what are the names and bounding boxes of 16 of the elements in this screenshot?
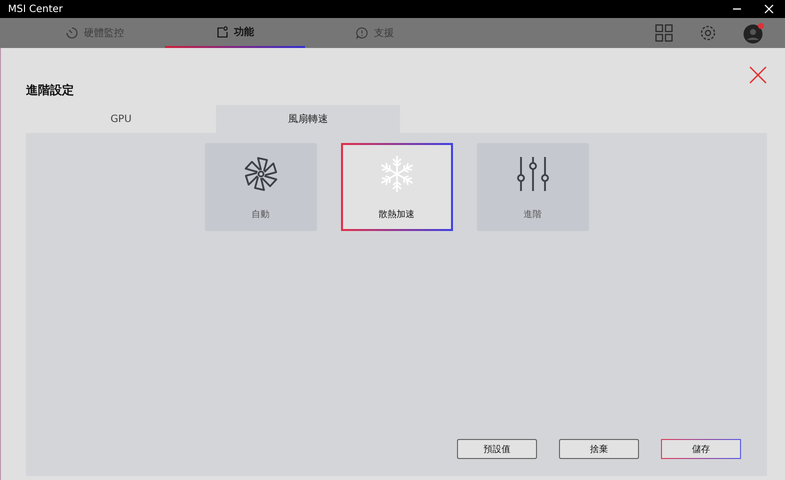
window-title: MSI Center <box>8 4 63 14</box>
dialog-button[interactable]: 預設值 <box>457 439 537 459</box>
alert-bubble-icon <box>356 27 368 39</box>
nav-tab[interactable]: 功能 <box>165 18 305 48</box>
mode-card[interactable]: 自動 <box>204 143 316 231</box>
settings-icon[interactable] <box>699 24 717 42</box>
dialog-tab[interactable]: 風扇轉速 <box>216 105 400 133</box>
feature-icon <box>216 26 228 38</box>
grid-icon[interactable] <box>655 24 673 42</box>
mode-card[interactable]: 散熱加速 <box>340 143 452 231</box>
avatar-icon[interactable] <box>743 22 765 44</box>
dialog-button[interactable]: 捨棄 <box>559 439 639 459</box>
gauge-icon <box>66 27 78 39</box>
mode-card[interactable]: 進階 <box>476 143 588 231</box>
dialog-title: 進階設定 <box>26 82 74 99</box>
dialog-button[interactable]: 儲存 <box>661 439 741 459</box>
